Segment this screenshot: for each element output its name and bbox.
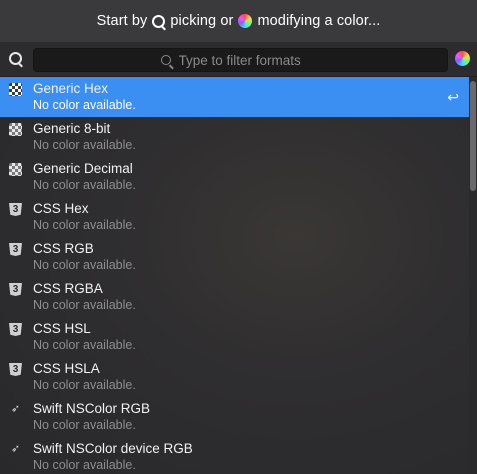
- format-name: Generic 8-bit: [33, 121, 111, 136]
- format-status: No color available.: [33, 178, 136, 192]
- search-icon: [160, 55, 171, 65]
- header-text-picking: picking or: [170, 13, 234, 29]
- format-status: No color available.: [33, 98, 136, 112]
- format-status: No color available.: [33, 298, 136, 312]
- format-name: CSS HSL: [33, 321, 91, 336]
- scrollbar-thumb[interactable]: [470, 81, 476, 191]
- swift-icon: ➶: [10, 443, 21, 455]
- checkerboard-icon: [9, 163, 22, 176]
- format-name: CSS RGB: [33, 241, 94, 256]
- format-status: No color available.: [33, 338, 136, 352]
- format-status: No color available.: [33, 138, 136, 152]
- list-scrollbar[interactable]: [469, 77, 477, 474]
- search-bar: [0, 42, 477, 77]
- format-row-css-hsla[interactable]: 3 CSS HSLA No color available.: [0, 357, 469, 397]
- format-name: CSS Hex: [33, 201, 89, 216]
- format-row-css-rgb[interactable]: 3 CSS RGB No color available.: [0, 237, 469, 277]
- header-bar: Start by picking or modifying a color...: [0, 0, 477, 42]
- format-name: Generic Decimal: [33, 161, 133, 176]
- format-row-css-hex[interactable]: 3 CSS Hex No color available.: [0, 197, 469, 237]
- css3-icon: 3: [9, 363, 22, 376]
- format-row-swift-nscolor-device-rgb[interactable]: ➶ Swift NSColor device RGB No color avai…: [0, 437, 469, 474]
- format-name: Generic Hex: [33, 81, 109, 96]
- css3-icon: 3: [9, 203, 22, 216]
- swift-icon: ➶: [10, 403, 21, 415]
- return-icon: ↩: [447, 89, 459, 105]
- format-row-css-hsl[interactable]: 3 CSS HSL No color available.: [0, 317, 469, 357]
- eyedropper-picker-icon[interactable]: [152, 14, 166, 28]
- format-row-generic-8-bit[interactable]: Generic 8-bit No color available.: [0, 117, 469, 157]
- checkerboard-icon: [9, 123, 22, 136]
- format-status: No color available.: [33, 378, 136, 392]
- color-wheel-icon[interactable]: [238, 14, 253, 28]
- css3-icon: 3: [9, 323, 22, 336]
- header-text-modifying: modifying a color...: [257, 13, 381, 29]
- format-status: No color available.: [33, 258, 136, 272]
- checkerboard-icon: [9, 83, 22, 96]
- format-list: Generic Hex No color available. ↩ Generi…: [0, 77, 469, 474]
- format-name: Swift NSColor device RGB: [33, 441, 193, 456]
- filter-field[interactable]: [33, 48, 448, 72]
- format-status: No color available.: [33, 218, 136, 232]
- format-row-swift-nscolor-rgb[interactable]: ➶ Swift NSColor RGB No color available.: [0, 397, 469, 437]
- picker-icon[interactable]: [9, 52, 22, 65]
- format-name: CSS HSLA: [33, 361, 100, 376]
- format-name: CSS RGBA: [33, 281, 103, 296]
- format-row-css-rgba[interactable]: 3 CSS RGBA No color available.: [0, 277, 469, 317]
- format-row-generic-hex[interactable]: Generic Hex No color available. ↩: [0, 77, 469, 117]
- filter-input[interactable]: [176, 51, 321, 69]
- color-wheel-icon[interactable]: [455, 51, 470, 66]
- format-status: No color available.: [33, 418, 136, 432]
- format-name: Swift NSColor RGB: [33, 401, 151, 416]
- format-row-generic-decimal[interactable]: Generic Decimal No color available.: [0, 157, 469, 197]
- css3-icon: 3: [9, 243, 22, 256]
- css3-icon: 3: [9, 283, 22, 296]
- color-picker-window: Start by picking or modifying a color...…: [0, 0, 477, 474]
- format-status: No color available.: [33, 458, 136, 472]
- header-text-start: Start by: [96, 13, 148, 29]
